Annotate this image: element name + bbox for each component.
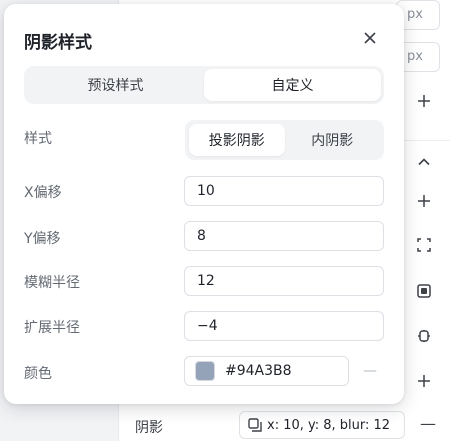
color-picker-field[interactable]: #94A3B8 bbox=[184, 356, 349, 386]
option-drop-shadow[interactable]: 投影阴影 bbox=[189, 124, 285, 156]
tab-custom[interactable]: 自定义 bbox=[204, 69, 381, 101]
plus-icon[interactable] bbox=[410, 187, 438, 215]
plus-icon[interactable] bbox=[410, 87, 438, 115]
blur-radius-label: 模糊半径 bbox=[24, 275, 80, 291]
frame-icon[interactable] bbox=[410, 277, 438, 305]
px-unit-label: px bbox=[407, 49, 423, 64]
spread-radius-label: 扩展半径 bbox=[24, 320, 80, 336]
blur-radius-input[interactable] bbox=[184, 266, 384, 296]
chevron-up-icon[interactable] bbox=[410, 148, 438, 176]
popover-title: 阴影样式 bbox=[24, 33, 92, 53]
close-button[interactable] bbox=[356, 24, 384, 52]
px-unit-label: px bbox=[407, 7, 423, 22]
spread-radius-input[interactable] bbox=[184, 311, 384, 341]
color-label: 颜色 bbox=[24, 366, 52, 382]
color-swatch[interactable] bbox=[195, 361, 215, 381]
minus-icon[interactable]: — bbox=[362, 356, 378, 386]
shadow-type-toggle: 投影阴影 内阴影 bbox=[185, 120, 384, 160]
plus-icon[interactable] bbox=[410, 367, 438, 395]
expand-corners-icon[interactable] bbox=[410, 231, 438, 259]
close-icon bbox=[364, 32, 376, 44]
minus-icon[interactable]: — bbox=[418, 412, 438, 436]
shadow-summary-chip[interactable]: x: 10, y: 8, blur: 12 bbox=[239, 411, 405, 439]
style-label: 样式 bbox=[24, 131, 52, 147]
shadow-summary-text: x: 10, y: 8, blur: 12 bbox=[267, 417, 391, 433]
y-offset-input[interactable] bbox=[184, 221, 384, 251]
y-offset-label: Y偏移 bbox=[24, 231, 61, 247]
option-inner-shadow[interactable]: 内阴影 bbox=[285, 124, 381, 156]
tab-preset[interactable]: 预设样式 bbox=[27, 69, 204, 101]
color-hex-value: #94A3B8 bbox=[225, 363, 292, 379]
mode-tabs: 预设样式 自定义 bbox=[24, 66, 384, 104]
shadow-property-row: 阴影 x: 10, y: 8, blur: 12 — bbox=[118, 408, 450, 441]
shadow-icon bbox=[248, 418, 262, 432]
shadow-style-popover: 阴影样式 预设样式 自定义 样式 投影阴影 内阴影 X偏移 Y偏移 模糊半径 扩… bbox=[4, 4, 404, 404]
x-offset-label: X偏移 bbox=[24, 185, 62, 201]
shadow-label: 阴影 bbox=[135, 420, 163, 436]
x-offset-input[interactable] bbox=[184, 176, 384, 206]
component-icon[interactable] bbox=[410, 322, 438, 350]
